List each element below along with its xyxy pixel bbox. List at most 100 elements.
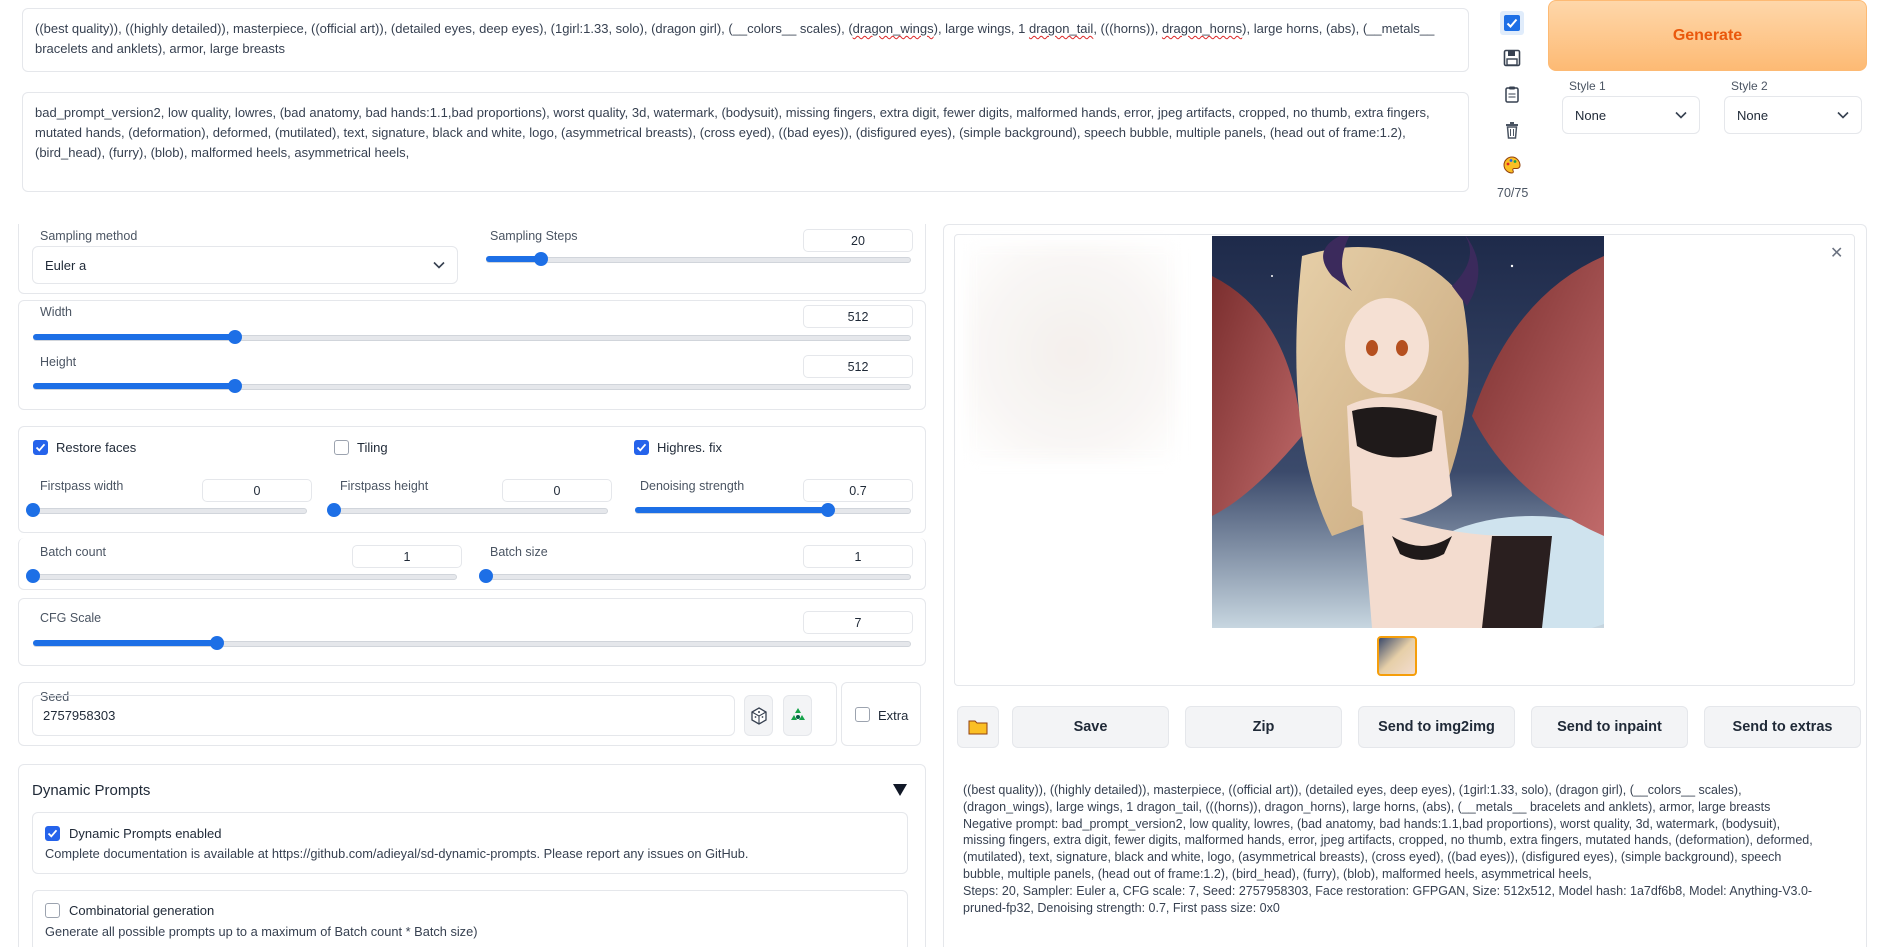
dynamic-enabled-description: Complete documentation is available at h… xyxy=(45,846,749,861)
denoising-input[interactable]: 0.7 xyxy=(803,479,913,502)
cfg-panel xyxy=(18,598,926,666)
save-button[interactable]: Save xyxy=(1012,706,1169,748)
collapse-triangle-icon[interactable] xyxy=(893,784,907,796)
seed-input[interactable]: 2757958303 xyxy=(32,695,735,736)
clear-button[interactable] xyxy=(1500,118,1524,142)
height-slider[interactable] xyxy=(33,379,911,393)
style1-label: Style 1 xyxy=(1569,79,1606,93)
zip-button[interactable]: Zip xyxy=(1185,706,1342,748)
sampling-method-label: Sampling method xyxy=(36,229,142,243)
size-panel xyxy=(18,300,926,410)
prompt-text: dragon_wings xyxy=(852,21,934,36)
cfg-scale-input[interactable]: 7 xyxy=(803,611,913,634)
chevron-down-icon xyxy=(433,261,445,269)
dice-icon xyxy=(750,706,767,725)
cfg-scale-slider[interactable] xyxy=(33,636,911,650)
reuse-seed-button[interactable] xyxy=(783,695,812,736)
palette-icon xyxy=(1503,156,1521,174)
batch-count-label: Batch count xyxy=(36,545,111,559)
negative-prompt-textarea[interactable]: bad_prompt_version2, low quality, lowres… xyxy=(22,92,1469,192)
width-input[interactable]: 512 xyxy=(803,305,913,328)
firstpass-height-input[interactable]: 0 xyxy=(502,479,612,502)
dynamic-enabled-checkbox[interactable] xyxy=(45,826,60,841)
firstpass-width-input[interactable]: 0 xyxy=(202,479,312,502)
extra-seed-checkbox[interactable] xyxy=(855,707,870,722)
dragon-girl-image xyxy=(1212,236,1604,628)
dynamic-enabled-box xyxy=(32,812,908,874)
style2-value: None xyxy=(1737,107,1769,123)
prompt-text: , (((horns)), xyxy=(1093,21,1162,36)
extra-networks-button[interactable] xyxy=(1500,153,1524,177)
check-icon xyxy=(47,829,58,838)
combinatorial-description: Generate all possible prompts up to a ma… xyxy=(45,924,478,939)
info-prompt-line1: ((best quality)), ((highly detailed)), m… xyxy=(963,783,1742,797)
prompt-textarea[interactable]: ((best quality)), ((highly detailed)), m… xyxy=(22,8,1469,72)
prompt-text: ), large wings, 1 xyxy=(933,21,1029,36)
style1-value: None xyxy=(1575,107,1607,123)
sampling-method-select[interactable]: Euler a xyxy=(32,246,458,284)
batch-size-label: Batch size xyxy=(486,545,552,559)
check-icon xyxy=(35,443,46,452)
check-icon xyxy=(636,443,647,452)
height-input[interactable]: 512 xyxy=(803,355,913,378)
restore-faces-checkbox[interactable] xyxy=(33,440,48,455)
sampling-steps-label: Sampling Steps xyxy=(486,229,582,243)
tiling-checkbox[interactable] xyxy=(334,440,349,455)
prompt-text: dragon_tail xyxy=(1028,21,1094,36)
denoising-slider[interactable] xyxy=(635,503,911,517)
clipboard-icon xyxy=(1505,86,1519,103)
tiling-label: Tiling xyxy=(357,440,388,455)
generated-image[interactable] xyxy=(1212,236,1604,628)
width-label: Width xyxy=(36,305,76,319)
height-label: Height xyxy=(36,355,81,369)
info-prompt-line2: (dragon_wings), large wings, 1 dragon_ta… xyxy=(963,799,1771,814)
sampling-method-value: Euler a xyxy=(45,257,87,273)
gallery-thumbnail[interactable] xyxy=(1377,636,1417,676)
firstpass-height-label: Firstpass height xyxy=(336,479,433,493)
dynamic-enabled-label: Dynamic Prompts enabled xyxy=(69,826,222,841)
style2-select[interactable]: None xyxy=(1724,96,1862,134)
cfg-scale-label: CFG Scale xyxy=(36,611,106,625)
sampling-steps-input[interactable]: 20 xyxy=(803,229,913,252)
prompt-text: dragon_horns xyxy=(1161,21,1243,36)
batch-size-slider[interactable] xyxy=(479,569,911,583)
highres-fix-label: Highres. fix xyxy=(657,440,723,455)
style2-label: Style 2 xyxy=(1731,79,1768,93)
options-panel xyxy=(18,426,926,533)
chevron-down-icon xyxy=(1675,111,1687,119)
open-folder-button[interactable] xyxy=(957,706,999,748)
info-parameters: Steps: 20, Sampler: Euler a, CFG scale: … xyxy=(963,883,1813,915)
batch-count-slider[interactable] xyxy=(26,569,457,583)
firstpass-width-label: Firstpass width xyxy=(36,479,128,493)
negative-prompt-text: bad_prompt_version2, low quality, lowres… xyxy=(35,105,1430,160)
info-negative-prompt: Negative prompt: bad_prompt_version2, lo… xyxy=(963,816,1813,881)
highres-fix-checkbox[interactable] xyxy=(634,440,649,455)
send-to-img2img-button[interactable]: Send to img2img xyxy=(1358,706,1515,748)
firstpass-width-slider[interactable] xyxy=(26,503,307,517)
save-style-button[interactable] xyxy=(1500,46,1524,70)
chevron-down-icon xyxy=(1837,111,1849,119)
denoising-label: Denoising strength xyxy=(636,479,749,493)
recycle-icon xyxy=(790,707,805,720)
sampling-steps-slider[interactable] xyxy=(486,252,911,266)
combinatorial-checkbox[interactable] xyxy=(45,903,60,918)
batch-count-input[interactable]: 1 xyxy=(352,545,462,568)
dynamic-prompts-title[interactable]: Dynamic Prompts xyxy=(32,782,150,799)
extra-seed-label: Extra xyxy=(878,708,909,723)
batch-size-input[interactable]: 1 xyxy=(803,545,913,568)
style1-select[interactable]: None xyxy=(1562,96,1700,134)
seed-value: 2757958303 xyxy=(43,708,116,723)
firstpass-height-slider[interactable] xyxy=(327,503,608,517)
checkbox-tool-button[interactable] xyxy=(1500,11,1524,35)
batch-panel xyxy=(18,538,926,590)
close-icon[interactable]: ✕ xyxy=(1830,243,1843,263)
generation-info: ((best quality)), ((highly detailed)), m… xyxy=(963,782,1823,916)
restore-faces-label: Restore faces xyxy=(56,440,137,455)
token-counter: 70/75 xyxy=(1497,186,1529,200)
generate-button[interactable]: Generate xyxy=(1548,0,1867,71)
width-slider[interactable] xyxy=(33,330,911,344)
random-seed-button[interactable] xyxy=(744,695,773,736)
paste-button[interactable] xyxy=(1500,82,1524,106)
send-to-inpaint-button[interactable]: Send to inpaint xyxy=(1531,706,1688,748)
send-to-extras-button[interactable]: Send to extras xyxy=(1704,706,1861,748)
